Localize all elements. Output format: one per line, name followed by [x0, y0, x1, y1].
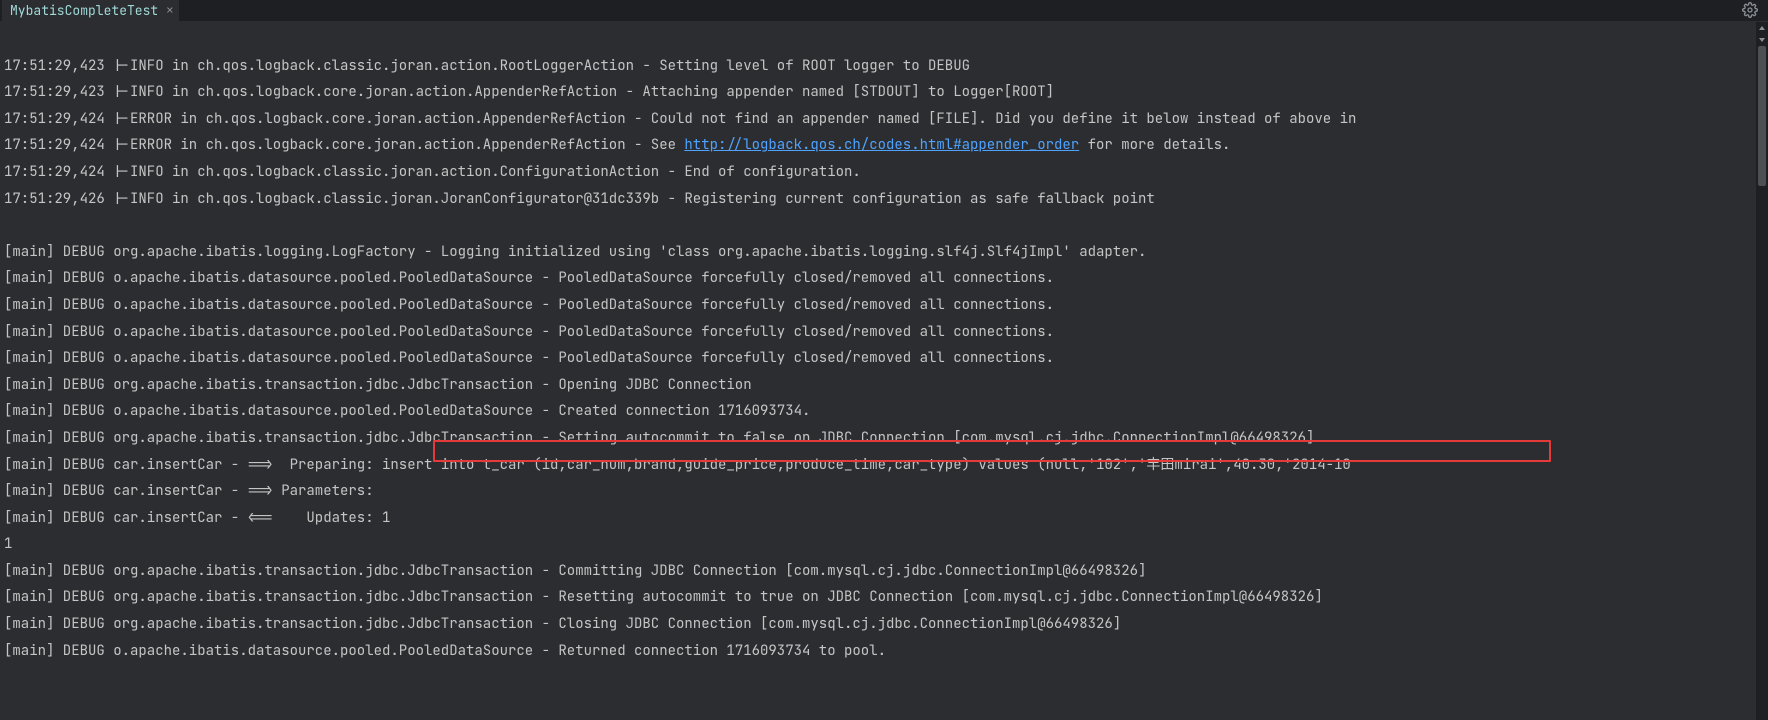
log-line: [main] DEBUG org.apache.ibatis.transacti… [4, 376, 752, 394]
log-line: 17:51:29,423 |-INFO in ch.qos.logback.co… [4, 83, 1054, 101]
log-line: [main] DEBUG org.apache.ibatis.transacti… [4, 588, 1323, 606]
log-line: [main] DEBUG car.insertCar - <== Updates… [4, 509, 390, 527]
tab-title: MybatisCompleteTest [10, 2, 158, 19]
gear-icon[interactable] [1742, 2, 1758, 18]
console-output[interactable]: 17:51:29,423 |-INFO in ch.qos.logback.cl… [0, 22, 1768, 691]
log-line: [main] DEBUG car.insertCar - ==> Paramet… [4, 482, 374, 500]
log-line: 17:51:29,424 |-ERROR in ch.qos.logback.c… [4, 110, 1356, 128]
log-line: [main] DEBUG org.apache.ibatis.transacti… [4, 615, 1121, 633]
log-line: [main] DEBUG org.apache.ibatis.transacti… [4, 562, 1146, 580]
log-line: [main] DEBUG org.apache.ibatis.logging.L… [4, 243, 1146, 261]
sql-preparing: insert into t_car (id,car_num,brand,guid… [382, 456, 1351, 474]
log-line: 17:51:29,424 |-INFO in ch.qos.logback.cl… [4, 163, 861, 181]
log-line: [main] DEBUG o.apache.ibatis.datasource.… [4, 642, 886, 660]
log-line: 17:51:29,423 |-INFO in ch.qos.logback.cl… [4, 57, 970, 75]
log-line: 1 [4, 535, 12, 553]
log-line: 17:51:29,426 |-INFO in ch.qos.logback.cl… [4, 190, 1155, 208]
log-line: 17:51:29,424 |-ERROR in ch.qos.logback.c… [4, 136, 684, 154]
log-line: [main] DEBUG o.apache.ibatis.datasource.… [4, 349, 1054, 367]
log-line: [main] DEBUG o.apache.ibatis.datasource.… [4, 296, 1054, 314]
tab-bar: MybatisCompleteTest ✕ [0, 0, 1768, 22]
log-line: [main] DEBUG o.apache.ibatis.datasource.… [4, 402, 810, 420]
close-icon[interactable]: ✕ [166, 4, 173, 16]
log-line: [main] DEBUG org.apache.ibatis.transacti… [4, 429, 1314, 447]
log-line: [main] DEBUG car.insertCar - ==> Prepari… [4, 456, 382, 474]
log-line: [main] DEBUG o.apache.ibatis.datasource.… [4, 323, 1054, 341]
tab-mybatis-complete-test[interactable]: MybatisCompleteTest ✕ [2, 0, 180, 21]
log-line: [main] DEBUG o.apache.ibatis.datasource.… [4, 269, 1054, 287]
log-line: for more details. [1079, 136, 1230, 154]
appender-order-link[interactable]: http://logback.qos.ch/codes.html#appende… [684, 136, 1079, 154]
